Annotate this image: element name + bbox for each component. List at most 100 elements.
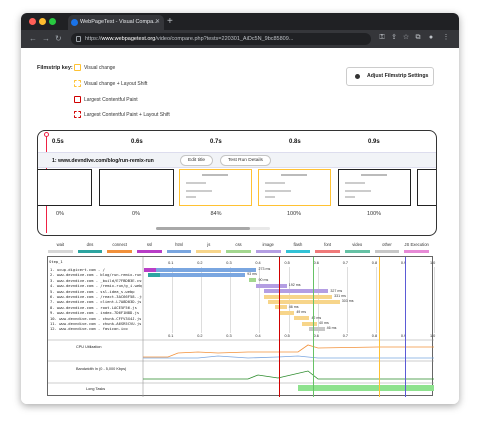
filmstrip-key-label: Filmstrip key: xyxy=(37,65,73,71)
cpu-utilization-secondary-line xyxy=(143,355,434,359)
close-tab-icon[interactable]: ✕ xyxy=(155,15,160,30)
time-gridline xyxy=(434,267,435,333)
legend-swatch xyxy=(404,250,429,253)
filmstrip-scrollbar-thumb[interactable] xyxy=(156,227,250,230)
test-url-label: 1: www.devndive.com/blog/run-remix-run xyxy=(52,158,154,164)
back-icon[interactable]: ← xyxy=(29,33,37,45)
filmstrip-frame[interactable] xyxy=(38,169,92,206)
legend-item: video xyxy=(352,242,363,247)
share-icon[interactable]: ⇪ xyxy=(389,33,399,43)
frame-visual-percent: 100% xyxy=(286,211,302,217)
playhead-handle-icon[interactable] xyxy=(44,132,49,137)
filmstrip-frame[interactable] xyxy=(417,169,436,206)
frame-thumbnail-text xyxy=(345,190,371,192)
legend-swatch xyxy=(374,250,400,253)
test-run-details-button[interactable]: Test Run Details xyxy=(220,155,271,166)
reload-icon[interactable]: ↻ xyxy=(55,33,62,45)
forward-icon[interactable]: → xyxy=(42,33,50,45)
legend-swatch xyxy=(137,250,162,253)
settings-radio-icon xyxy=(355,74,360,79)
webpagetest-favicon-icon xyxy=(71,19,78,26)
frame-thumbnail-text xyxy=(345,196,355,198)
legend-item: ssl xyxy=(146,242,152,247)
filmstrip-frame[interactable] xyxy=(338,169,411,206)
minimize-window-dot[interactable] xyxy=(39,18,46,25)
legend-item: connect xyxy=(112,242,128,247)
filmstrip-frame[interactable] xyxy=(258,169,331,206)
filmstrip-frame[interactable] xyxy=(179,169,252,206)
key-visual-change-layout-shift: Visual change + Layout Shift xyxy=(74,80,147,87)
page-content: Filmstrip key: Visual change Visual chan… xyxy=(21,48,459,404)
frame-visual-percent: 0% xyxy=(132,211,140,217)
tab-title: WebPageTest - Visual Compa... xyxy=(80,19,158,25)
adjust-filmstrip-settings-button[interactable]: Adjust Filmstrip Settings xyxy=(346,67,434,86)
lcp-layout-shift-swatch xyxy=(74,111,81,118)
filmstrip-tick: 0.6s xyxy=(131,139,143,145)
legend-item: html xyxy=(175,242,184,247)
frame-thumbnail-text xyxy=(281,174,307,176)
long-task-block xyxy=(298,385,434,391)
frame-thumbnail-text xyxy=(186,196,196,198)
lcp-swatch xyxy=(74,96,81,103)
legend-swatch xyxy=(77,250,103,253)
menu-kebab-icon[interactable]: ⋮ xyxy=(441,33,451,43)
waterfall-panel: wait dns connect ssl html js css image flash font… xyxy=(47,242,435,402)
edit-title-button[interactable]: Edit title xyxy=(180,155,214,166)
filmstrip-tick: 0.7s xyxy=(210,139,222,145)
filmstrip-frame[interactable] xyxy=(99,169,174,206)
visual-change-swatch xyxy=(74,64,81,71)
legend-swatch xyxy=(255,250,281,253)
key-lcp-layout-shift-label: Largest Contentful Paint + Layout Shift xyxy=(84,112,170,118)
legend-item: JS Execution xyxy=(404,242,429,247)
new-tab-icon[interactable]: + xyxy=(167,14,173,29)
visual-complete-marker-line xyxy=(379,257,380,397)
lcp-marker-line xyxy=(279,257,280,397)
legend-swatch xyxy=(196,250,222,253)
load-event-marker-line xyxy=(405,257,406,397)
waterfall-chart: Step_1 0.1 0.1 0.2 0.2 0.3 0.3 0.4 0.4 0.5 0.5 0.6… xyxy=(47,256,435,397)
bandwidth-line xyxy=(143,370,434,380)
legend-item: other xyxy=(382,242,392,247)
legend-item: image xyxy=(262,242,274,247)
zoom-window-dot[interactable] xyxy=(49,18,56,25)
filmstrip-scrollbar[interactable] xyxy=(156,227,270,230)
frame-thumbnail-text xyxy=(361,174,387,176)
legend-item: wait xyxy=(56,242,65,247)
legend-swatch xyxy=(285,250,311,253)
frame-thumbnail-text xyxy=(265,182,285,184)
filmstrip-tick: 0.8s xyxy=(289,139,301,145)
extensions-icon[interactable]: ⧉ xyxy=(413,33,423,43)
frame-thumbnail-text xyxy=(202,174,228,176)
active-tab[interactable]: WebPageTest - Visual Compa... ✕ xyxy=(68,15,164,30)
profile-avatar-icon[interactable]: ● xyxy=(426,33,436,43)
url-prefix: https:// xyxy=(85,36,102,42)
legend-item: font xyxy=(324,242,332,247)
key-lcp-layout-shift: Largest Contentful Paint + Layout Shift xyxy=(74,111,170,118)
bookmark-star-icon[interactable]: ☆ xyxy=(401,33,411,43)
filmstrip-tick: 0.5s xyxy=(52,139,64,145)
frame-thumbnail-text xyxy=(265,196,275,198)
browser-window: WebPageTest - Visual Compa... ✕ + ← → ↻ … xyxy=(21,13,459,404)
legend-item: dns xyxy=(86,242,94,247)
legend-swatch xyxy=(166,250,192,253)
waterfall-graphs xyxy=(48,257,434,397)
legend-item: js xyxy=(207,242,211,247)
legend-swatch xyxy=(48,250,73,253)
address-bar[interactable]: https://www.webpagetest.org/video/compar… xyxy=(71,33,371,45)
filmstrip-tick: 0.9s xyxy=(368,139,380,145)
legend-item: css xyxy=(235,242,242,247)
key-icon[interactable]: ⚿ xyxy=(377,33,387,43)
close-window-dot[interactable] xyxy=(29,18,36,25)
frame-thumbnail-text xyxy=(186,182,206,184)
tab-strip: WebPageTest - Visual Compa... ✕ + xyxy=(21,13,459,30)
legend-swatch xyxy=(344,250,370,253)
lock-icon xyxy=(76,36,81,42)
frame-visual-percent: 0% xyxy=(56,211,64,217)
toolbar: ← → ↻ https://www.webpagetest.org/video/… xyxy=(21,30,459,48)
frame-visual-percent: 100% xyxy=(366,211,382,217)
url-path: /video/compare.php?tests=220301_AiDc5N_9… xyxy=(155,36,294,42)
filmstrip-test-header: 1: www.devndive.com/blog/run-remix-run E… xyxy=(38,152,436,168)
dom-content-marker-line xyxy=(313,257,314,397)
legend-item: flash xyxy=(293,242,303,247)
legend-swatch xyxy=(107,250,133,253)
